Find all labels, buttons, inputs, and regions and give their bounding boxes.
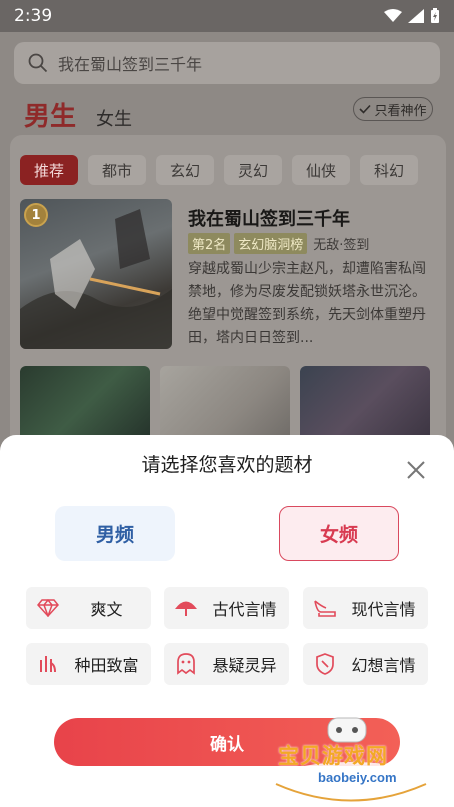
- genre-chip[interactable]: 种田致富: [26, 643, 151, 685]
- category-tab[interactable]: 玄幻: [156, 155, 214, 185]
- only-masterpiece-label: 只看神作: [374, 103, 427, 119]
- search-icon: [28, 53, 48, 73]
- close-icon[interactable]: [404, 458, 428, 482]
- genre-chip-label: 悬疑灵异: [212, 656, 277, 675]
- tab-male[interactable]: 男生: [24, 96, 77, 138]
- book-description: 穿越成蜀山少宗主赵凡，却遭陷害私闯禁地，修为尽废发配锁妖塔永世沉沦。绝望中觉醒签…: [188, 261, 426, 346]
- genre-chip[interactable]: 悬疑灵异: [164, 643, 289, 685]
- genre-chip[interactable]: 爽文: [26, 587, 151, 629]
- genre-chip[interactable]: 现代言情: [303, 587, 428, 629]
- sheet-title: 请选择您喜欢的题材: [141, 454, 313, 476]
- status-time: 2:39: [14, 6, 53, 26]
- wifi-icon: [384, 9, 402, 22]
- umbrella-icon: [174, 596, 198, 620]
- watermark-url: baobeiy.com: [318, 770, 397, 785]
- genre-chip-label: 幻想言情: [351, 656, 416, 675]
- genre-chip-label: 古代言情: [212, 600, 277, 619]
- list-tag: 玄幻脑洞榜: [234, 233, 308, 254]
- search-bar[interactable]: 我在蜀山签到三千年: [14, 42, 440, 84]
- category-tabs: 推荐 都市 玄幻 灵幻 仙侠 科幻: [20, 155, 418, 185]
- book-title[interactable]: 我在蜀山签到三千年: [188, 205, 350, 231]
- category-tab[interactable]: 仙侠: [292, 155, 350, 185]
- genre-chip[interactable]: 古代言情: [164, 587, 289, 629]
- tab-female[interactable]: 女生: [96, 105, 132, 131]
- rank-tag: 第2名: [188, 233, 231, 254]
- ghost-icon: [174, 652, 198, 676]
- battery-icon: [431, 8, 439, 23]
- category-tab[interactable]: 科幻: [360, 155, 418, 185]
- book-thumbnails: [20, 366, 430, 446]
- diamond-icon: [36, 596, 60, 620]
- category-tab[interactable]: 都市: [88, 155, 146, 185]
- genre-tag: 无敌·签到: [313, 238, 370, 253]
- genre-chip-label: 爽文: [90, 600, 123, 619]
- rank-badge: 1: [24, 203, 48, 227]
- sprout-icon: [36, 652, 60, 676]
- gender-tabs: 男生 女生: [24, 96, 132, 138]
- genre-chip-label: 种田致富: [74, 656, 139, 675]
- genre-chip-label: 现代言情: [351, 600, 416, 619]
- signal-icon: [408, 9, 424, 23]
- male-frequency-button[interactable]: 男频: [55, 506, 175, 561]
- genre-chip[interactable]: 幻想言情: [303, 643, 428, 685]
- category-tab[interactable]: 推荐: [20, 155, 78, 185]
- female-frequency-button[interactable]: 女频: [279, 506, 399, 561]
- status-bar: 2:39: [0, 0, 454, 32]
- shield-icon: [313, 652, 337, 676]
- book-tags: 第2名 玄幻脑洞榜 无敌·签到: [188, 233, 369, 254]
- search-placeholder: 我在蜀山签到三千年: [58, 55, 203, 74]
- category-tab[interactable]: 灵幻: [224, 155, 282, 185]
- book-thumbnail[interactable]: [160, 366, 290, 446]
- check-icon: [359, 104, 372, 114]
- watermark-text: 宝贝游戏网: [278, 744, 388, 768]
- book-thumbnail[interactable]: [300, 366, 430, 446]
- book-thumbnail[interactable]: [20, 366, 150, 446]
- high-heel-icon: [313, 596, 337, 620]
- only-masterpiece-toggle[interactable]: 只看神作: [353, 97, 433, 121]
